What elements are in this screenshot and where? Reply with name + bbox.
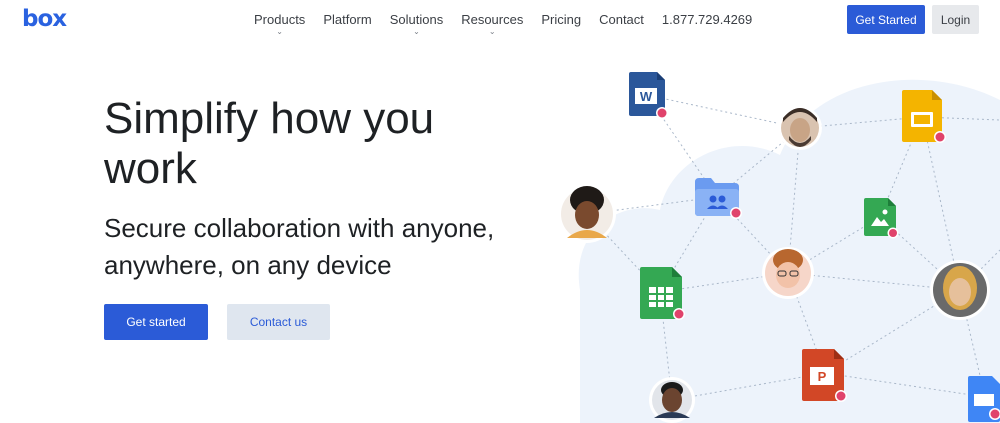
nav-contact[interactable]: Contact — [599, 12, 644, 27]
word-doc-icon: W — [629, 72, 668, 119]
svg-text:P: P — [818, 369, 827, 384]
main-nav: Products ⌄ Platform Solutions ⌄ Resource… — [254, 12, 770, 36]
nav-solutions-label: Solutions — [389, 12, 444, 27]
avatar — [762, 247, 814, 299]
chevron-down-icon: ⌄ — [413, 27, 420, 36]
chevron-down-icon: ⌄ — [276, 27, 284, 36]
google-slides-icon — [902, 90, 946, 143]
folder-users-icon — [695, 178, 742, 219]
chevron-down-icon: ⌄ — [488, 27, 496, 36]
nav-resources[interactable]: Resources ⌄ — [461, 12, 524, 36]
nav-phone[interactable]: 1.877.729.4269 — [662, 12, 752, 27]
nav-phone-label: 1.877.729.4269 — [661, 12, 753, 27]
contact-us-button[interactable]: Contact us — [227, 304, 330, 340]
get-started-button[interactable]: Get started — [104, 304, 208, 340]
avatar — [778, 106, 822, 150]
hero-title: Simplify how you work — [104, 94, 435, 193]
hero-subtitle: Secure collaboration with anyone, anywhe… — [104, 213, 495, 280]
site-header: box Products ⌄ Platform Solutions ⌄ Reso… — [0, 0, 1000, 40]
nav-pricing[interactable]: Pricing — [541, 12, 581, 27]
google-sheets-icon — [640, 267, 685, 320]
keynote-icon — [968, 376, 1000, 422]
nav-contact-label: Contact — [599, 12, 644, 27]
avatar — [930, 260, 990, 320]
nav-products[interactable]: Products ⌄ — [254, 12, 306, 36]
nav-pricing-label: Pricing — [541, 12, 582, 27]
nav-products-label: Products — [254, 12, 306, 27]
avatar — [558, 185, 616, 243]
nav-platform-label: Platform — [323, 12, 372, 27]
collaboration-illustration: W P — [558, 72, 1000, 423]
svg-text:W: W — [640, 89, 653, 104]
powerpoint-icon: P — [802, 349, 847, 402]
avatar — [649, 377, 695, 423]
nav-solutions[interactable]: Solutions ⌄ — [389, 12, 444, 36]
box-logo[interactable]: box — [22, 6, 67, 32]
nav-resources-label: Resources — [461, 12, 524, 27]
nav-platform[interactable]: Platform — [323, 12, 371, 27]
header-login-button[interactable]: Login — [932, 5, 979, 34]
header-get-started-button[interactable]: Get Started — [847, 5, 925, 34]
image-file-icon — [864, 198, 899, 239]
